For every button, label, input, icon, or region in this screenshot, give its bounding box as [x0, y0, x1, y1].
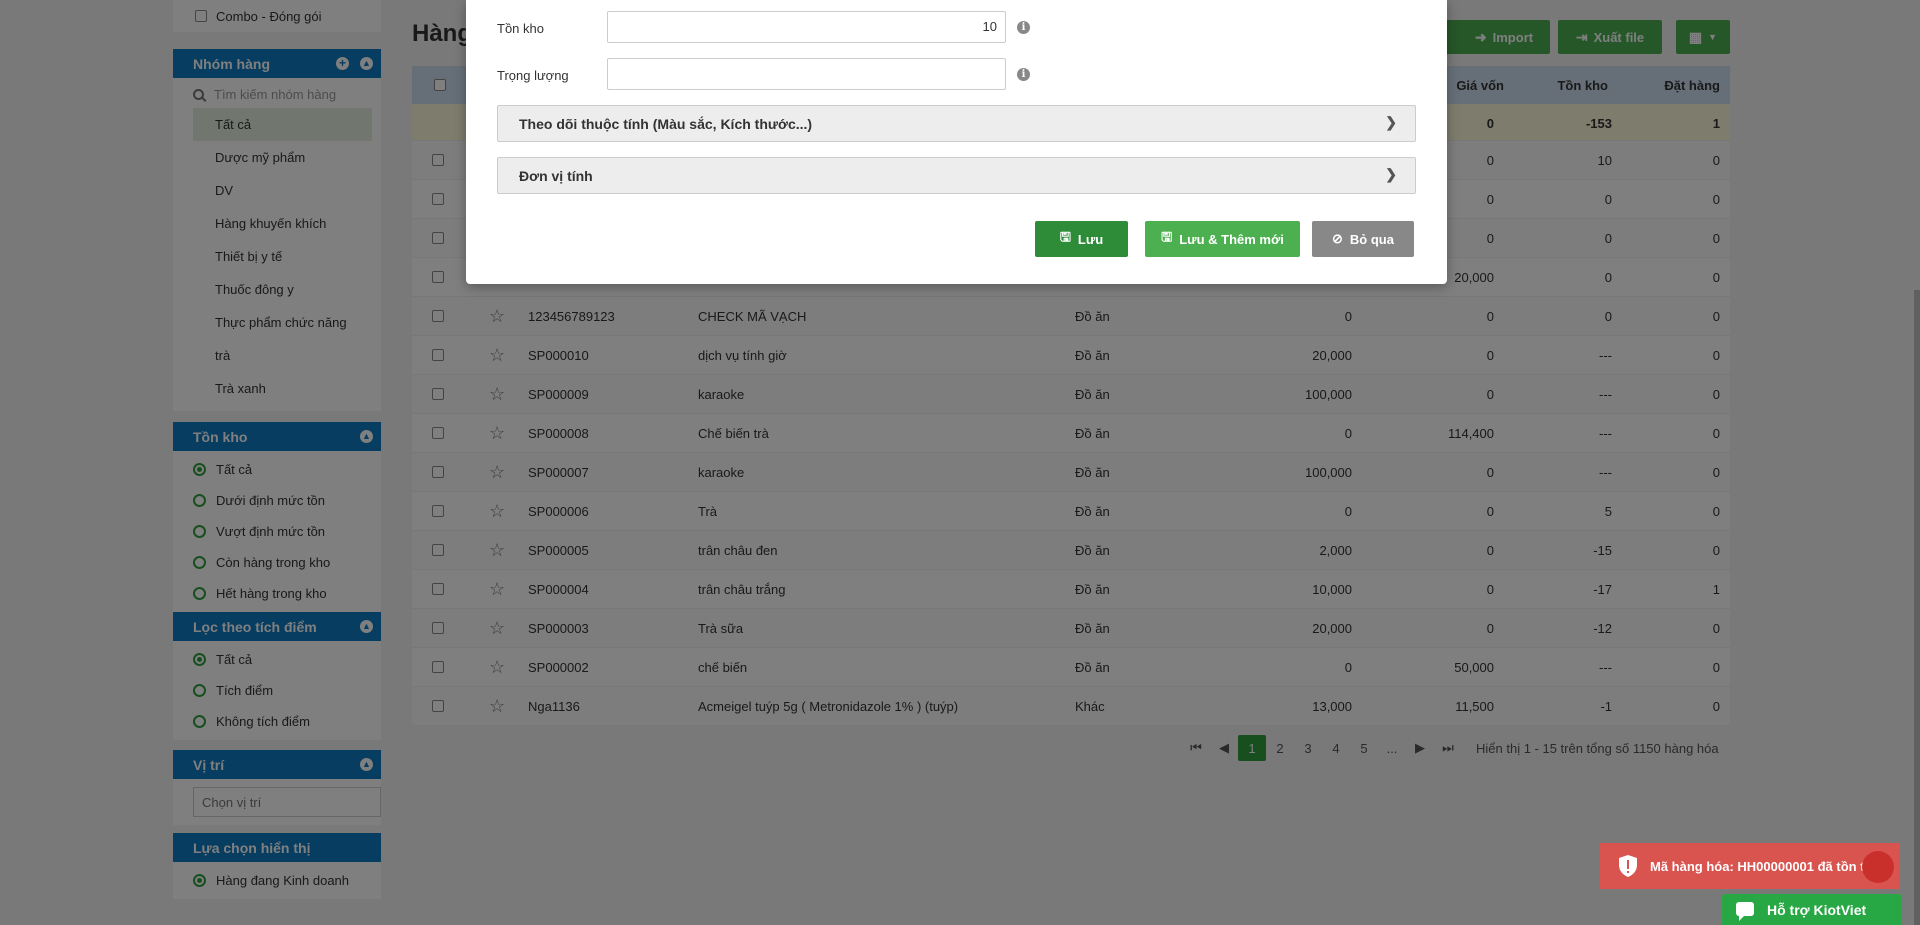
- close-icon[interactable]: [1862, 851, 1894, 883]
- product-dialog: Tồn kho 10 i Trọng lượng i Theo dõi thuộ…: [466, 0, 1447, 284]
- save-label: Lưu: [1077, 231, 1104, 247]
- error-toast: Mã hàng hóa: HH00000001 đã tồn tại: [1600, 843, 1900, 889]
- save-icon: 🖫: [1161, 229, 1173, 244]
- chevron-down-icon: ❯: [1385, 166, 1397, 182]
- stock-input[interactable]: 10: [607, 11, 1006, 43]
- attributes-accordion[interactable]: Theo dõi thuộc tính (Màu sắc, Kích thước…: [497, 105, 1416, 142]
- chat-icon: [1736, 902, 1754, 921]
- info-icon[interactable]: i: [1017, 68, 1030, 81]
- save-and-new-button[interactable]: 🖫 Lưu & Thêm mới: [1145, 221, 1300, 257]
- weight-input[interactable]: [607, 58, 1006, 90]
- attributes-accordion-title: Theo dõi thuộc tính (Màu sắc, Kích thước…: [519, 115, 813, 132]
- toast-message: Mã hàng hóa: HH00000001 đã tồn tại: [1650, 858, 1876, 874]
- info-icon[interactable]: i: [1017, 21, 1030, 34]
- stock-label: Tồn kho: [497, 21, 544, 36]
- unit-accordion[interactable]: Đơn vị tính ❯: [497, 157, 1416, 194]
- save-button[interactable]: 🖫 Lưu: [1035, 221, 1128, 257]
- save-icon: 🖫: [1059, 229, 1071, 244]
- support-chat-button[interactable]: Hỗ trợ KiotViet: [1722, 894, 1902, 925]
- ban-icon: ⊘: [1332, 231, 1343, 246]
- cancel-button[interactable]: ⊘ Bỏ qua: [1312, 221, 1414, 257]
- support-label: Hỗ trợ KiotViet: [1767, 901, 1867, 918]
- shield-icon: [1619, 855, 1637, 877]
- chevron-down-icon: ❯: [1385, 114, 1397, 130]
- weight-label: Trọng lượng: [497, 68, 569, 83]
- unit-accordion-title: Đơn vị tính: [519, 167, 593, 184]
- cancel-label: Bỏ qua: [1349, 231, 1394, 247]
- save-and-new-label: Lưu & Thêm mới: [1179, 231, 1284, 247]
